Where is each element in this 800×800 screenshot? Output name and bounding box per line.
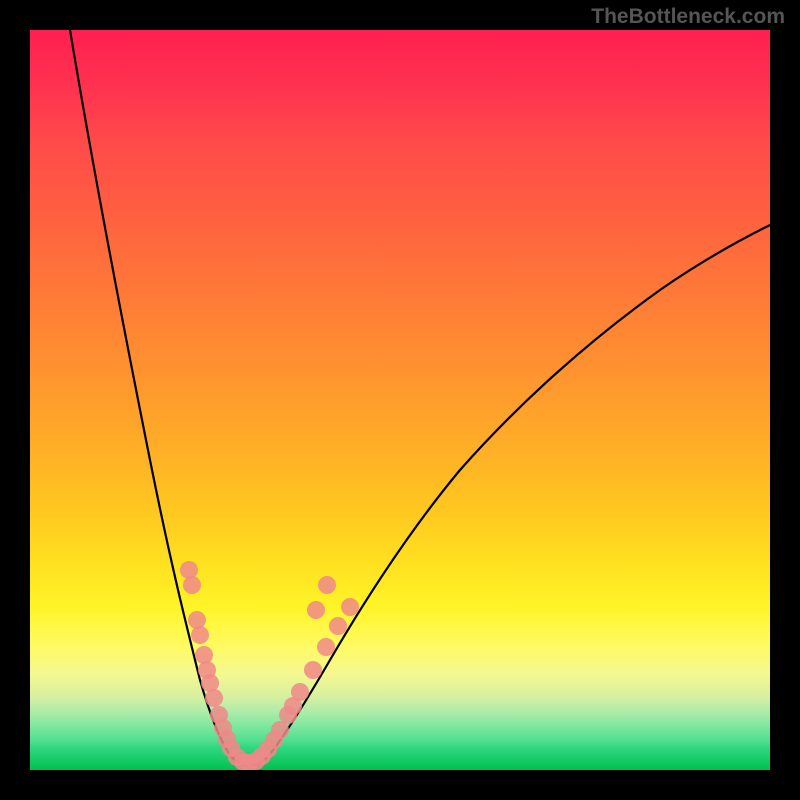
data-point: [195, 646, 213, 664]
curve-right-branch: [248, 225, 770, 766]
data-points-group: [180, 561, 359, 770]
data-point: [307, 601, 325, 619]
data-point: [341, 598, 359, 616]
data-point: [188, 611, 206, 629]
data-point: [291, 683, 309, 701]
data-point: [304, 661, 322, 679]
chart-svg: [30, 30, 770, 770]
data-point: [318, 576, 336, 594]
data-point: [205, 689, 223, 707]
watermark-text: TheBottleneck.com: [591, 5, 785, 29]
data-point: [317, 638, 335, 656]
data-point: [180, 561, 198, 579]
data-point: [183, 576, 201, 594]
curve-left-branch: [70, 30, 248, 766]
plot-area: [30, 30, 770, 770]
data-point: [191, 626, 209, 644]
data-point: [329, 617, 347, 635]
